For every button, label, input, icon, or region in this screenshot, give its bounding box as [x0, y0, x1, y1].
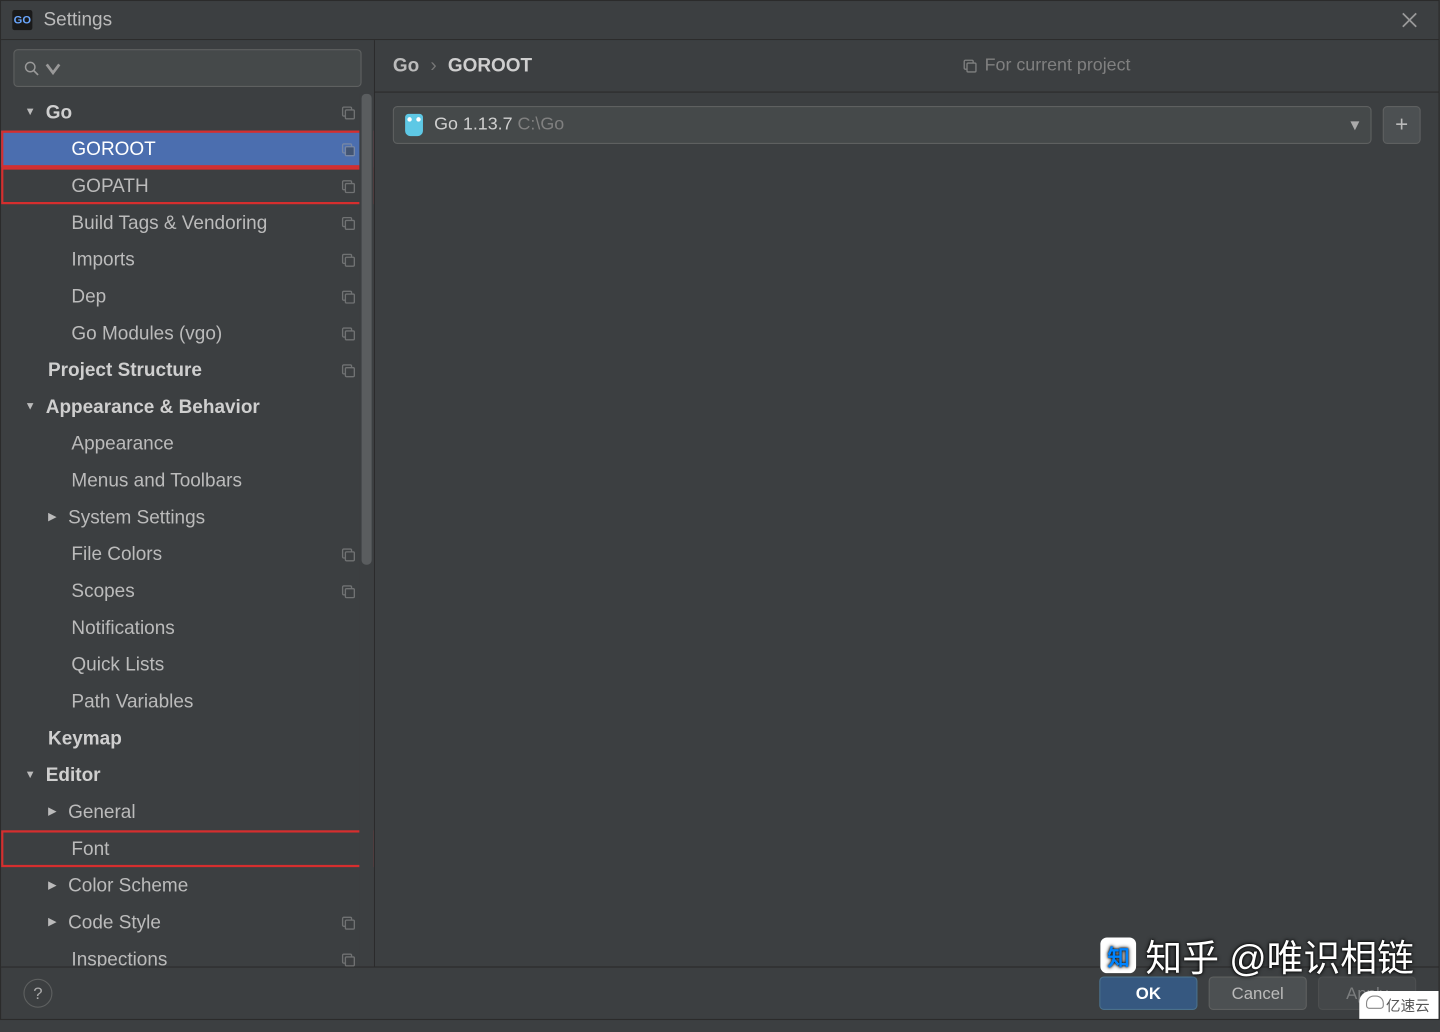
title-bar: GO Settings [1, 1, 1438, 40]
per-project-icon [340, 178, 356, 194]
chevron-down-icon[interactable]: ▼ [23, 401, 36, 413]
per-project-icon [340, 583, 356, 599]
add-sdk-button[interactable]: + [1383, 106, 1421, 144]
per-project-icon [340, 325, 356, 341]
per-project-icon [340, 104, 356, 120]
help-button[interactable]: ? [23, 979, 52, 1008]
tree-item-label: Editor [46, 764, 356, 786]
dialog-footer: ? OK Cancel Apply [1, 966, 1438, 1018]
tree-item-gopath[interactable]: GOPATH [1, 167, 374, 204]
tree-item-general[interactable]: ▶ General [1, 793, 374, 830]
chevron-down-icon[interactable]: ▼ [23, 106, 36, 118]
tree-item-label: Project Structure [48, 359, 340, 381]
tree-item-label: Build Tags & Vendoring [71, 211, 340, 233]
chevron-down-icon[interactable]: ▼ [23, 769, 36, 781]
tree-item-label: Code Style [68, 911, 340, 933]
tree-item-label: Notifications [71, 617, 356, 639]
tree-item-editor[interactable]: ▼ Editor [1, 757, 374, 794]
search-icon [23, 60, 40, 77]
per-project-icon [340, 288, 356, 304]
sdk-dropdown[interactable]: Go 1.13.7 C:\Go ▾ [393, 106, 1372, 144]
tree-item-go-modules-vgo-[interactable]: Go Modules (vgo) [1, 315, 374, 352]
close-button[interactable] [1392, 8, 1428, 33]
tree-item-scopes[interactable]: Scopes [1, 573, 374, 610]
tree-item-color-scheme[interactable]: ▶ Color Scheme [1, 867, 374, 904]
tree-item-label: Dep [71, 285, 340, 307]
apply-button[interactable]: Apply [1318, 977, 1416, 1010]
per-project-icon [340, 362, 356, 378]
window-title: Settings [44, 9, 113, 31]
breadcrumb: Go › GOROOT For current project [375, 40, 1439, 92]
context-hint: For current project [962, 56, 1130, 76]
tree-item-label: Go Modules (vgo) [71, 322, 340, 344]
per-project-icon [340, 141, 356, 157]
tree-item-label: GOROOT [71, 138, 340, 160]
breadcrumb-separator: › [430, 55, 436, 77]
tree-item-label: Appearance & Behavior [46, 396, 356, 418]
search-input[interactable] [13, 49, 361, 87]
sdk-path: C:\Go [518, 115, 565, 134]
scrollbar-thumb[interactable] [362, 94, 372, 565]
app-icon: GO [12, 10, 32, 30]
tree-item-file-colors[interactable]: File Colors [1, 536, 374, 573]
tree-item-label: File Colors [71, 543, 340, 565]
tree-item-font[interactable]: Font [1, 830, 374, 867]
tree-item-menus-and-toolbars[interactable]: Menus and Toolbars [1, 462, 374, 499]
tree-item-label: Appearance [71, 432, 356, 454]
per-project-icon [340, 951, 356, 966]
breadcrumb-root[interactable]: Go [393, 55, 419, 77]
ok-button[interactable]: OK [1099, 977, 1197, 1010]
tree-item-appearance[interactable]: Appearance [1, 425, 374, 462]
tree-item-notifications[interactable]: Notifications [1, 609, 374, 646]
tree-item-label: Font [71, 838, 356, 860]
tree-item-label: Color Scheme [68, 874, 356, 896]
tree-item-inspections[interactable]: Inspections [1, 941, 374, 967]
chevron-right-icon[interactable]: ▶ [46, 511, 59, 523]
detail-pane: Go › GOROOT For current project Go 1.13.… [374, 40, 1439, 966]
tree-item-label: System Settings [68, 506, 356, 528]
close-icon [1402, 12, 1418, 28]
tree-item-label: General [68, 801, 356, 823]
tree-item-label: Scopes [71, 580, 340, 602]
tree-item-appearance-behavior[interactable]: ▼ Appearance & Behavior [1, 388, 374, 425]
copy-icon [962, 58, 978, 74]
breadcrumb-current: GOROOT [448, 55, 532, 77]
chevron-right-icon[interactable]: ▶ [46, 806, 59, 818]
tree-item-project-structure[interactable]: Project Structure [1, 352, 374, 389]
tree-item-label: Path Variables [71, 690, 356, 712]
per-project-icon [340, 252, 356, 268]
tree-item-label: Menus and Toolbars [71, 469, 356, 491]
tree-item-imports[interactable]: Imports [1, 241, 374, 278]
tree-item-build-tags-vendoring[interactable]: Build Tags & Vendoring [1, 204, 374, 241]
chevron-right-icon[interactable]: ▶ [46, 916, 59, 928]
tree-item-system-settings[interactable]: ▶ System Settings [1, 499, 374, 536]
per-project-icon [340, 915, 356, 931]
tree-item-code-style[interactable]: ▶ Code Style [1, 904, 374, 941]
scrollbar-track[interactable] [359, 94, 374, 967]
tree-item-go[interactable]: ▼ Go [1, 94, 374, 131]
tree-item-label: Keymap [48, 727, 356, 749]
tree-item-label: GOPATH [71, 175, 340, 197]
tree-item-path-variables[interactable]: Path Variables [1, 683, 374, 720]
chevron-down-icon [45, 60, 62, 77]
tree-item-label: Inspections [71, 948, 340, 966]
settings-tree[interactable]: ▼ Go GOROOT GOPATH Build Tags & Vendoring Imp… [1, 94, 374, 967]
settings-sidebar: ▼ Go GOROOT GOPATH Build Tags & Vendoring Imp… [1, 40, 374, 966]
tree-item-label: Quick Lists [71, 653, 356, 675]
tree-item-keymap[interactable]: Keymap [1, 720, 374, 757]
cancel-button[interactable]: Cancel [1209, 977, 1307, 1010]
chevron-down-icon: ▾ [1350, 114, 1359, 136]
sdk-label: Go 1.13.7 [434, 115, 512, 134]
chevron-right-icon[interactable]: ▶ [46, 879, 59, 891]
tree-item-dep[interactable]: Dep [1, 278, 374, 315]
tree-item-goroot[interactable]: GOROOT [1, 131, 374, 168]
tree-item-quick-lists[interactable]: Quick Lists [1, 646, 374, 683]
tree-item-label: Imports [71, 248, 340, 270]
gopher-icon [405, 114, 423, 136]
per-project-icon [340, 546, 356, 562]
per-project-icon [340, 215, 356, 231]
tree-item-label: Go [46, 101, 341, 123]
